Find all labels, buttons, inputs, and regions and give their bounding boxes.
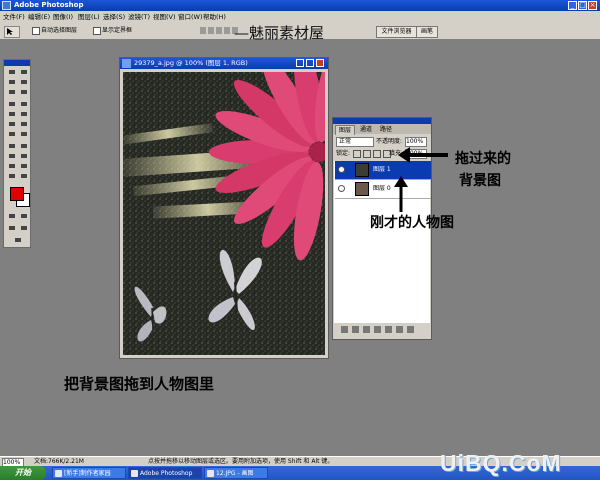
doc-maximize-button[interactable] <box>306 59 314 67</box>
maximize-button[interactable]: □ <box>578 1 587 10</box>
imageready-icon[interactable] <box>13 236 23 244</box>
crop-icon[interactable] <box>7 88 17 96</box>
magic-wand-icon[interactable] <box>19 78 29 86</box>
lock-buttons[interactable] <box>353 150 391 158</box>
close-button[interactable]: × <box>588 1 597 10</box>
annotation-person-img: 刚才的人物图 <box>370 215 454 231</box>
brushes-tab[interactable]: 画笔 <box>416 26 438 38</box>
menu-edit[interactable]: 编辑(E) <box>28 11 50 23</box>
tab-layers[interactable]: 图层 <box>335 125 356 135</box>
layers-bottom-buttons[interactable] <box>335 326 435 336</box>
toolbox-header <box>4 60 30 66</box>
fullscreen-mode-icon[interactable] <box>19 224 29 232</box>
blend-mode-select[interactable]: 正常 <box>336 137 374 147</box>
taskbar-item-forum[interactable]: [新手]制作者家园 <box>52 467 126 479</box>
menu-window[interactable]: 窗口(W) <box>178 11 203 23</box>
tab-paths[interactable]: 路径 <box>377 125 395 134</box>
show-bounds-checkbox[interactable] <box>93 27 101 35</box>
auto-select-label: 自动选择图层 <box>41 27 78 34</box>
path-select-icon[interactable] <box>7 142 17 150</box>
banner-text: —魅丽素材屋 <box>234 24 325 42</box>
arrow-up-icon <box>394 176 408 212</box>
history-brush-icon[interactable] <box>19 110 29 118</box>
standard-mode-icon[interactable] <box>7 212 17 220</box>
annotation-drag-bg-2: 背景图 <box>459 173 501 189</box>
document-title-bar: 29379_a.jpg @ 100% (图层 1, RGB) <box>120 58 328 69</box>
dodge-icon[interactable] <box>19 130 29 138</box>
auto-select-checkbox[interactable] <box>32 27 40 35</box>
slice-icon[interactable] <box>19 88 29 96</box>
layer-thumbnail <box>355 182 369 196</box>
hand-icon[interactable] <box>7 172 17 180</box>
brush-icon[interactable] <box>19 100 29 108</box>
tab-channels[interactable]: 通道 <box>357 125 375 134</box>
doc-minimize-button[interactable] <box>296 59 304 67</box>
watermark: UiBQ.CoM <box>440 450 562 476</box>
toolbox-panel <box>3 59 31 248</box>
eye-icon[interactable] <box>338 185 345 192</box>
menu-file[interactable]: 文件(F) <box>3 11 25 23</box>
document-title: 29379_a.jpg @ 100% (图层 1, RGB) <box>134 59 248 67</box>
layers-list: 图层 1 图层 0 <box>334 161 431 323</box>
layer-thumbnail <box>355 163 369 177</box>
app-title-bar: Adobe Photoshop _ □ × <box>0 0 600 11</box>
foreground-color-top[interactable] <box>10 187 24 201</box>
document-window: 29379_a.jpg @ 100% (图层 1, RGB) <box>119 57 329 359</box>
text-icon[interactable] <box>19 142 29 150</box>
taskbar-item-paint[interactable]: 12.JPG - 画图 <box>204 467 268 479</box>
eye-icon[interactable] <box>338 166 345 173</box>
gradient-icon[interactable] <box>19 120 29 128</box>
document-icon <box>122 59 131 68</box>
notes-icon[interactable] <box>7 162 17 170</box>
stamp-icon[interactable] <box>7 110 17 118</box>
eraser-icon[interactable] <box>7 120 17 128</box>
shape-icon[interactable] <box>19 152 29 160</box>
show-bounds-label: 显示定界框 <box>102 27 133 34</box>
file-browser-tab[interactable]: 文件浏览器 <box>376 26 417 38</box>
annotation-drag-bg-1: 拖过来的 <box>455 151 511 167</box>
healing-icon[interactable] <box>7 100 17 108</box>
move-tool-icon[interactable] <box>4 26 20 38</box>
canvas-artwork <box>123 72 325 355</box>
screen-mode-icon[interactable] <box>7 224 17 232</box>
menu-select[interactable]: 选择(S) <box>103 11 125 23</box>
menu-filter[interactable]: 滤镜(T) <box>128 11 150 23</box>
menu-layer[interactable]: 图层(L) <box>78 11 100 23</box>
layer-name: 图层 1 <box>373 166 391 173</box>
photoshop-icon <box>2 1 11 10</box>
quickmask-mode-icon[interactable] <box>19 212 29 220</box>
layer-name: 图层 0 <box>373 185 391 192</box>
pen-icon[interactable] <box>7 152 17 160</box>
marquee-icon[interactable] <box>7 68 17 76</box>
start-button[interactable]: 开始 <box>0 466 46 480</box>
lock-label: 锁定: <box>336 150 351 157</box>
doc-close-button[interactable] <box>316 59 324 67</box>
arrow-left-icon <box>398 147 448 163</box>
minimize-button[interactable]: _ <box>568 1 577 10</box>
annotation-instruction: 把背景图拖到人物图里 <box>64 375 215 393</box>
zoom-icon[interactable] <box>19 172 29 180</box>
menu-image[interactable]: 图像(I) <box>53 11 73 23</box>
eyedropper-icon[interactable] <box>19 162 29 170</box>
image-canvas[interactable] <box>123 72 325 355</box>
menu-view[interactable]: 视图(V) <box>153 11 176 23</box>
blur-icon[interactable] <box>7 130 17 138</box>
layer-row-0[interactable]: 图层 0 <box>335 180 431 199</box>
taskbar-item-photoshop[interactable]: Adobe Photoshop <box>128 467 202 479</box>
move-tool-icon[interactable] <box>19 68 29 76</box>
app-title: Adobe Photoshop <box>14 1 84 9</box>
layers-tabs: 图层 通道 路径 <box>333 124 431 135</box>
lasso-icon[interactable] <box>7 78 17 86</box>
menu-help[interactable]: 帮助(H) <box>203 11 226 23</box>
